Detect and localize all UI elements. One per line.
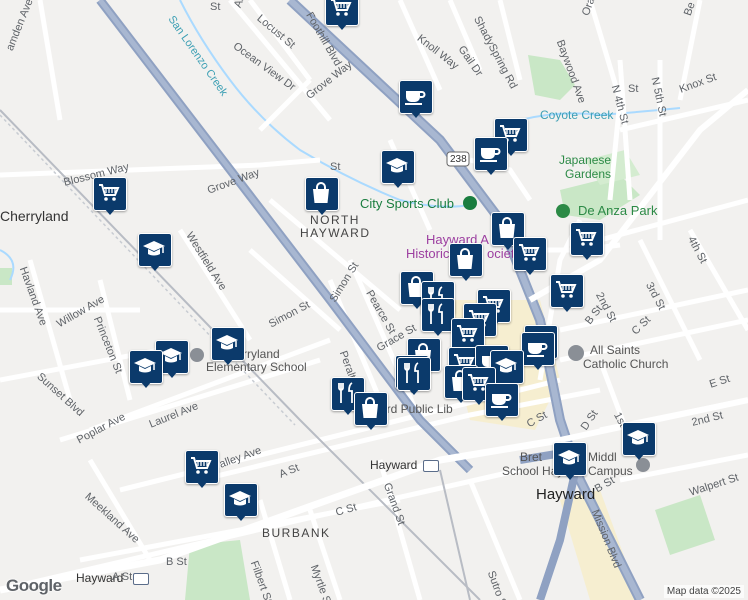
map-marker-school[interactable] (224, 483, 258, 523)
poi-de-anza-park[interactable]: De Anza Park (578, 204, 658, 217)
church-pin-icon (568, 345, 584, 361)
hayward-station-label: Hayward (370, 458, 418, 472)
map-marker-school[interactable] (622, 422, 656, 462)
map-marker-school[interactable] (211, 327, 245, 367)
graduation-cap-icon (216, 335, 238, 350)
graduation-cap-icon (495, 358, 517, 373)
map-marker-cart[interactable] (570, 222, 604, 262)
graduation-cap-icon (229, 491, 251, 506)
shopping-cart-icon (331, 0, 352, 16)
street-st-top2: St (330, 161, 341, 173)
green-pin-icon (463, 196, 477, 210)
map-marker-coffee[interactable] (474, 137, 508, 177)
map-marker-cart[interactable] (513, 237, 547, 277)
street-st-mid: St (628, 83, 639, 95)
map-marker-school[interactable] (553, 442, 587, 482)
graduation-cap-icon (558, 450, 580, 465)
graduation-cap-icon (143, 241, 165, 256)
train-station-icon (423, 460, 439, 472)
poi-city-sports-club[interactable]: City Sports Club (360, 197, 454, 210)
park-pin-icon (556, 204, 570, 218)
coffee-cup-icon (405, 91, 426, 105)
poi-public-library[interactable]: ard Public Lib (380, 403, 453, 415)
shopping-cart-icon (191, 457, 212, 474)
map-marker-cart[interactable] (93, 177, 127, 217)
map-marker-cart[interactable] (325, 0, 359, 32)
map-attribution[interactable]: Map data ©2025 (663, 585, 744, 598)
train-station-2-icon (133, 573, 149, 585)
map-marker-bag[interactable] (354, 392, 388, 432)
poi-all-saints-2: Catholic Church (583, 357, 669, 371)
map-marker-coffee[interactable] (399, 80, 433, 120)
city-hayward: Hayward (536, 486, 596, 503)
street-b-st-3: B St (166, 556, 187, 568)
graduation-cap-icon (627, 430, 649, 445)
shopping-cart-icon (457, 325, 478, 342)
shopping-bag-icon (362, 397, 378, 418)
shopping-cart-icon (99, 184, 120, 201)
map-marker-fork[interactable] (421, 298, 455, 338)
poi-all-saints-1[interactable]: All Saints (590, 344, 640, 356)
shopping-cart-icon (556, 281, 577, 298)
poi-historical-2: Historic (406, 246, 450, 261)
poi-japanese-1[interactable]: Japanese (559, 154, 611, 166)
map-marker-coffee[interactable] (521, 332, 555, 372)
coffee-cup-icon (480, 148, 501, 162)
map-marker-school[interactable] (381, 150, 415, 190)
shopping-bag-icon (313, 182, 329, 203)
poi-bret-harte-1[interactable]: Bret (520, 451, 542, 463)
poi-japanese-2: Gardens (565, 167, 612, 181)
place-cherryland: Cherryland (0, 208, 69, 224)
google-logo: Google (6, 576, 62, 595)
shopping-bag-icon (457, 248, 473, 269)
street-a-st-2: A St (112, 571, 133, 583)
map-marker-coffee[interactable] (485, 383, 519, 423)
label-coyote-creek: Coyote Creek (540, 108, 614, 122)
street-st-top: St (210, 1, 221, 13)
shopping-cart-icon (576, 229, 597, 246)
poi-bret-harte-2: Middl (588, 450, 617, 464)
map-marker-cart[interactable] (185, 450, 219, 490)
map-marker-school[interactable] (138, 233, 172, 273)
map-canvas[interactable]: 238 Cherryland NORTH HAYWARD BURBANK Hay… (0, 0, 748, 600)
map-marker-cart[interactable] (550, 274, 584, 314)
map-marker-fork[interactable] (397, 357, 431, 397)
school-pin-icon (190, 348, 204, 362)
route-238-shield: 238 (450, 154, 467, 165)
poi-cherryland-elem-1[interactable]: rryland (243, 348, 280, 360)
fork-knife-icon (404, 362, 419, 383)
graduation-cap-icon (134, 358, 156, 373)
district-north-2: HAYWARD (300, 226, 371, 240)
district-burbank: BURBANK (262, 526, 331, 540)
shopping-cart-icon (519, 244, 540, 261)
fork-knife-icon (428, 303, 443, 324)
coffee-cup-icon (527, 343, 548, 357)
map-marker-bag[interactable] (449, 243, 483, 283)
map-marker-school[interactable] (129, 350, 163, 390)
graduation-cap-icon (386, 158, 408, 173)
map-marker-bag[interactable] (305, 177, 339, 217)
coffee-cup-icon (491, 394, 512, 408)
